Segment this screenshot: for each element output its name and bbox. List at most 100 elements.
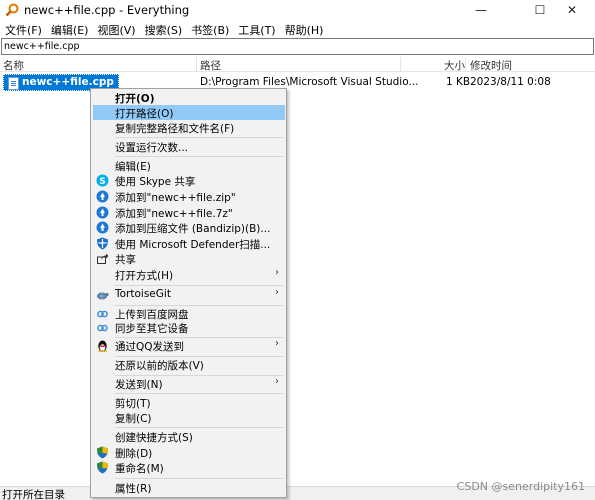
- baidu-netdisk-icon: [97, 310, 108, 318]
- window-title: newc++file.cpp - Everything: [24, 3, 190, 17]
- search-box: [1, 38, 594, 55]
- search-magnifier-icon: [5, 3, 19, 17]
- menu-separator: [115, 285, 283, 286]
- menu-item-label: 发送到(N): [115, 379, 163, 391]
- menu-item-label: 通过QQ发送到: [115, 341, 185, 353]
- menu-item-label: 共享: [115, 254, 136, 266]
- menu-item-label: TortoiseGit: [115, 288, 171, 300]
- menu-item-label: 添加到"newc++file.zip": [115, 192, 236, 204]
- menu-item-label: 删除(D): [115, 448, 153, 460]
- chevron-right-icon: ›: [275, 267, 279, 278]
- title-bar: newc++file.cpp - Everything — ☐ ✕: [0, 0, 595, 20]
- menu-item-label: 重命名(M): [115, 463, 164, 475]
- menu-bar: 文件(F) 编辑(E) 视图(V) 搜索(S) 书签(B) 工具(T) 帮助(H…: [0, 20, 595, 38]
- uac-shield-icon: [97, 461, 108, 474]
- bandizip-icon: [96, 206, 109, 219]
- tortoisegit-icon: [97, 292, 109, 300]
- bandizip-icon: [96, 190, 109, 203]
- menu-item-send-via-qq[interactable]: 通过QQ发送到 ›: [93, 338, 285, 353]
- menu-item-label: 使用 Microsoft Defender扫描...: [115, 239, 271, 251]
- column-divider[interactable]: [400, 57, 401, 72]
- menu-item-label: 剪切(T): [115, 398, 151, 410]
- file-size: 1 KB: [446, 76, 471, 88]
- menu-item-open-with[interactable]: 打开方式(H) ›: [93, 267, 285, 282]
- menu-item-label: 添加到压缩文件 (Bandizip)(B)...: [115, 223, 271, 235]
- menu-item-copy[interactable]: 复制(C): [93, 410, 285, 425]
- menu-item-label: 属性(R): [115, 483, 152, 495]
- search-input[interactable]: [2, 39, 593, 54]
- close-button[interactable]: ✕: [549, 0, 595, 20]
- menu-item-label: 打开(O): [115, 93, 155, 105]
- menu-separator: [115, 156, 283, 157]
- uac-shield-icon: [97, 446, 108, 459]
- menu-item-open[interactable]: 打开(O): [93, 90, 285, 105]
- menu-item-tortoisegit[interactable]: TortoiseGit ›: [93, 287, 285, 302]
- menu-item-cut[interactable]: 剪切(T): [93, 395, 285, 410]
- chevron-right-icon: ›: [275, 287, 279, 298]
- svg-text:S: S: [99, 177, 105, 187]
- menu-item-label: 复制(C): [115, 413, 152, 425]
- menu-item-properties[interactable]: 属性(R): [93, 480, 285, 495]
- column-divider[interactable]: [196, 57, 197, 72]
- menu-item-label: 使用 Skype 共享: [115, 176, 196, 188]
- menu-item-label: 打开方式(H): [115, 270, 174, 282]
- menu-file[interactable]: 文件(F): [2, 20, 45, 38]
- menu-item-edit[interactable]: 编辑(E): [93, 158, 285, 173]
- menu-search[interactable]: 搜索(S): [142, 20, 186, 38]
- menu-item-label: 打开路径(O): [115, 108, 174, 120]
- minimize-button[interactable]: —: [458, 0, 504, 20]
- menu-separator: [115, 427, 283, 428]
- menu-item-open-path[interactable]: 打开路径(O): [93, 105, 285, 120]
- column-divider[interactable]: [465, 57, 466, 72]
- skype-icon: S: [96, 174, 109, 187]
- menu-item-copy-full-path[interactable]: 复制完整路径和文件名(F): [93, 120, 285, 135]
- defender-shield-icon: [97, 237, 108, 250]
- status-text: 打开所在目录: [2, 489, 65, 500]
- menu-item-add-7z[interactable]: 添加到"newc++file.7z": [93, 205, 285, 220]
- qq-penguin-icon: [98, 340, 107, 352]
- column-path[interactable]: 路径: [200, 58, 221, 73]
- menu-bookmarks[interactable]: 书签(B): [188, 20, 232, 38]
- menu-item-add-zip[interactable]: 添加到"newc++file.zip": [93, 189, 285, 204]
- column-size[interactable]: 大小: [444, 58, 465, 73]
- menu-help[interactable]: 帮助(H): [282, 20, 327, 38]
- menu-item-restore-previous[interactable]: 还原以前的版本(V): [93, 357, 285, 372]
- menu-view[interactable]: 视图(V): [94, 20, 138, 38]
- menu-item-rename[interactable]: 重命名(M): [93, 460, 285, 475]
- menu-item-label: 还原以前的版本(V): [115, 360, 204, 372]
- share-icon: [97, 253, 109, 264]
- column-header: 名称 路径 大小 修改时间: [0, 57, 595, 72]
- watermark: CSDN @senerdipity161: [456, 480, 585, 493]
- file-name: newc++file.cpp: [22, 76, 114, 88]
- baidu-netdisk-icon: [97, 324, 108, 332]
- menu-item-label: 设置运行次数...: [115, 142, 189, 154]
- menu-item-label: 同步至其它设备: [115, 323, 189, 335]
- menu-item-label: 添加到"newc++file.7z": [115, 208, 233, 220]
- menu-edit[interactable]: 编辑(E): [48, 20, 92, 38]
- menu-tools[interactable]: 工具(T): [235, 20, 278, 38]
- menu-separator: [115, 137, 283, 138]
- menu-item-label: 编辑(E): [115, 161, 151, 173]
- chevron-right-icon: ›: [275, 338, 279, 349]
- menu-item-label: 创建快捷方式(S): [115, 432, 193, 444]
- menu-separator: [115, 393, 283, 394]
- file-path: D:\Program Files\Microsoft Visual Studio…: [200, 76, 419, 88]
- menu-item-create-shortcut[interactable]: 创建快捷方式(S): [93, 429, 285, 444]
- file-modified: 2023/8/11 0:08: [470, 76, 551, 88]
- chevron-right-icon: ›: [275, 376, 279, 387]
- menu-item-sync-devices[interactable]: 同步至其它设备: [93, 320, 285, 335]
- menu-item-baidu-upload[interactable]: 上传到百度网盘: [93, 306, 285, 321]
- menu-item-send-to[interactable]: 发送到(N) ›: [93, 376, 285, 391]
- column-modified[interactable]: 修改时间: [470, 58, 512, 73]
- menu-separator: [115, 478, 283, 479]
- column-name[interactable]: 名称: [3, 58, 24, 73]
- menu-item-set-run-count[interactable]: 设置运行次数...: [93, 139, 285, 154]
- menu-item-skype-share[interactable]: S 使用 Skype 共享: [93, 173, 285, 188]
- menu-item-add-bandizip[interactable]: 添加到压缩文件 (Bandizip)(B)...: [93, 220, 285, 235]
- context-menu: 打开(O) 打开路径(O) 复制完整路径和文件名(F) 设置运行次数... 编辑…: [90, 88, 287, 498]
- cpp-file-icon: [8, 77, 19, 90]
- menu-item-share[interactable]: 共享: [93, 251, 285, 266]
- menu-item-defender-scan[interactable]: 使用 Microsoft Defender扫描...: [93, 236, 285, 251]
- menu-item-label: 复制完整路径和文件名(F): [115, 123, 235, 135]
- menu-item-delete[interactable]: 删除(D): [93, 445, 285, 460]
